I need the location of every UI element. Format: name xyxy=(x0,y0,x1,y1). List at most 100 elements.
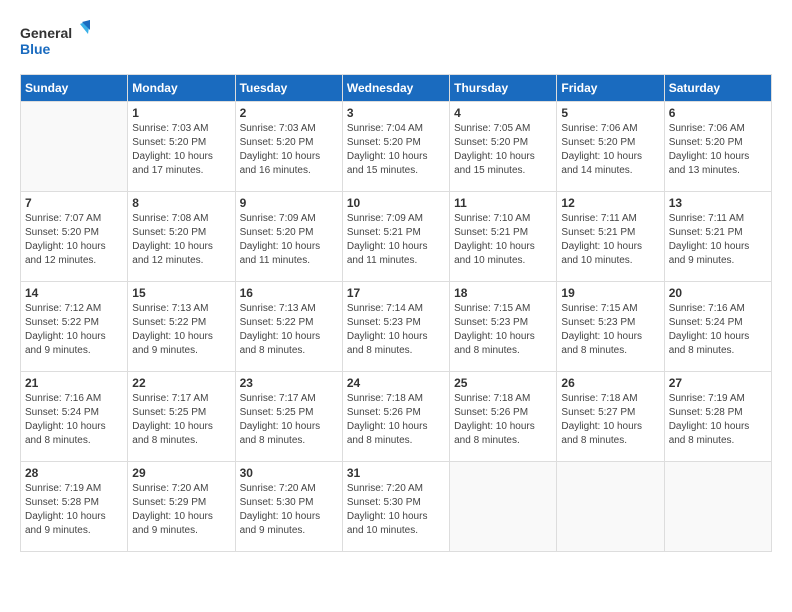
calendar-cell: 2Sunrise: 7:03 AM Sunset: 5:20 PM Daylig… xyxy=(235,102,342,192)
cell-info: Sunrise: 7:15 AM Sunset: 5:23 PM Dayligh… xyxy=(454,302,552,358)
day-number: 25 xyxy=(454,376,552,390)
cell-info: Sunrise: 7:18 AM Sunset: 5:27 PM Dayligh… xyxy=(561,392,659,448)
calendar-cell xyxy=(664,462,771,552)
calendar-header-monday: Monday xyxy=(128,75,235,102)
calendar-cell xyxy=(557,462,664,552)
calendar-cell: 22 Sunrise: 7:17 AM Sunset: 5:25 PM Dayli… xyxy=(128,372,235,462)
calendar-cell: 26Sunrise: 7:18 AM Sunset: 5:27 PM Dayli… xyxy=(557,372,664,462)
calendar-cell: 24Sunrise: 7:18 AM Sunset: 5:26 PM Dayli… xyxy=(342,372,449,462)
day-number: 23 xyxy=(240,376,338,390)
cell-info: Sunrise: 7:11 AM Sunset: 5:21 PM Dayligh… xyxy=(561,212,659,268)
calendar-cell: 29 Sunrise: 7:20 AM Sunset: 5:29 PM Dayli… xyxy=(128,462,235,552)
day-number: 12 xyxy=(561,196,659,210)
day-number: 7 xyxy=(25,196,123,210)
day-number: 9 xyxy=(240,196,338,210)
cell-info: Sunrise: 7:08 AM Sunset: 5:20 PM Dayligh… xyxy=(132,212,230,268)
calendar-cell: 3 Sunrise: 7:04 AM Sunset: 5:20 PM Daylig… xyxy=(342,102,449,192)
day-number: 30 xyxy=(240,466,338,480)
cell-info: Sunrise: 7:04 AM Sunset: 5:20 PM Dayligh… xyxy=(347,122,445,178)
day-number: 11 xyxy=(454,196,552,210)
calendar-header-saturday: Saturday xyxy=(664,75,771,102)
cell-info: Sunrise: 7:12 AM Sunset: 5:22 PM Dayligh… xyxy=(25,302,123,358)
calendar-cell: 8 Sunrise: 7:08 AM Sunset: 5:20 PM Daylig… xyxy=(128,192,235,282)
cell-info: Sunrise: 7:20 AM Sunset: 5:30 PM Dayligh… xyxy=(240,482,338,538)
calendar-cell: 18 Sunrise: 7:15 AM Sunset: 5:23 PM Dayli… xyxy=(450,282,557,372)
calendar-cell: 12 Sunrise: 7:11 AM Sunset: 5:21 PM Dayli… xyxy=(557,192,664,282)
calendar-cell: 11 Sunrise: 7:10 AM Sunset: 5:21 PM Dayli… xyxy=(450,192,557,282)
calendar-cell: 28 Sunrise: 7:19 AM Sunset: 5:28 PM Dayli… xyxy=(21,462,128,552)
calendar-cell xyxy=(450,462,557,552)
cell-info: Sunrise: 7:07 AM Sunset: 5:20 PM Dayligh… xyxy=(25,212,123,268)
cell-info: Sunrise: 7:19 AM Sunset: 5:28 PM Dayligh… xyxy=(25,482,123,538)
calendar-cell: 9 Sunrise: 7:09 AM Sunset: 5:20 PM Daylig… xyxy=(235,192,342,282)
calendar-cell: 4 Sunrise: 7:05 AM Sunset: 5:20 PM Daylig… xyxy=(450,102,557,192)
calendar-cell xyxy=(21,102,128,192)
calendar-cell: 31 Sunrise: 7:20 AM Sunset: 5:30 PM Dayli… xyxy=(342,462,449,552)
calendar-cell: 25 Sunrise: 7:18 AM Sunset: 5:26 PM Dayli… xyxy=(450,372,557,462)
cell-info: Sunrise: 7:09 AM Sunset: 5:20 PM Dayligh… xyxy=(240,212,338,268)
day-number: 24 xyxy=(347,376,445,390)
calendar-table: SundayMondayTuesdayWednesdayThursdayFrid… xyxy=(20,74,772,552)
calendar-cell: 6 Sunrise: 7:06 AM Sunset: 5:20 PM Daylig… xyxy=(664,102,771,192)
cell-info: Sunrise: 7:03 AM Sunset: 5:20 PM Dayligh… xyxy=(132,122,230,178)
day-number: 1 xyxy=(132,106,230,120)
cell-info: Sunrise: 7:03 AM Sunset: 5:20 PM Dayligh… xyxy=(240,122,338,178)
cell-info: Sunrise: 7:20 AM Sunset: 5:30 PM Dayligh… xyxy=(347,482,445,538)
cell-info: Sunrise: 7:19 AM Sunset: 5:28 PM Dayligh… xyxy=(669,392,767,448)
calendar-cell: 19 Sunrise: 7:15 AM Sunset: 5:23 PM Dayli… xyxy=(557,282,664,372)
day-number: 14 xyxy=(25,286,123,300)
calendar-cell: 23 Sunrise: 7:17 AM Sunset: 5:25 PM Dayli… xyxy=(235,372,342,462)
svg-text:Blue: Blue xyxy=(20,41,51,57)
cell-info: Sunrise: 7:11 AM Sunset: 5:21 PM Dayligh… xyxy=(669,212,767,268)
cell-info: Sunrise: 7:13 AM Sunset: 5:22 PM Dayligh… xyxy=(240,302,338,358)
page-header: General Blue xyxy=(20,20,772,64)
cell-info: Sunrise: 7:14 AM Sunset: 5:23 PM Dayligh… xyxy=(347,302,445,358)
cell-info: Sunrise: 7:10 AM Sunset: 5:21 PM Dayligh… xyxy=(454,212,552,268)
cell-info: Sunrise: 7:16 AM Sunset: 5:24 PM Dayligh… xyxy=(669,302,767,358)
cell-info: Sunrise: 7:17 AM Sunset: 5:25 PM Dayligh… xyxy=(132,392,230,448)
cell-info: Sunrise: 7:20 AM Sunset: 5:29 PM Dayligh… xyxy=(132,482,230,538)
day-number: 27 xyxy=(669,376,767,390)
day-number: 16 xyxy=(240,286,338,300)
svg-text:General: General xyxy=(20,25,72,41)
calendar-cell: 10 Sunrise: 7:09 AM Sunset: 5:21 PM Dayli… xyxy=(342,192,449,282)
cell-info: Sunrise: 7:06 AM Sunset: 5:20 PM Dayligh… xyxy=(669,122,767,178)
logo-svg: General Blue xyxy=(20,20,90,64)
day-number: 3 xyxy=(347,106,445,120)
logo: General Blue xyxy=(20,20,90,64)
day-number: 6 xyxy=(669,106,767,120)
calendar-header-sunday: Sunday xyxy=(21,75,128,102)
cell-info: Sunrise: 7:15 AM Sunset: 5:23 PM Dayligh… xyxy=(561,302,659,358)
calendar-header-wednesday: Wednesday xyxy=(342,75,449,102)
cell-info: Sunrise: 7:17 AM Sunset: 5:25 PM Dayligh… xyxy=(240,392,338,448)
day-number: 22 xyxy=(132,376,230,390)
day-number: 19 xyxy=(561,286,659,300)
cell-info: Sunrise: 7:05 AM Sunset: 5:20 PM Dayligh… xyxy=(454,122,552,178)
day-number: 31 xyxy=(347,466,445,480)
calendar-cell: 16 Sunrise: 7:13 AM Sunset: 5:22 PM Dayli… xyxy=(235,282,342,372)
day-number: 21 xyxy=(25,376,123,390)
day-number: 4 xyxy=(454,106,552,120)
day-number: 8 xyxy=(132,196,230,210)
day-number: 29 xyxy=(132,466,230,480)
cell-info: Sunrise: 7:16 AM Sunset: 5:24 PM Dayligh… xyxy=(25,392,123,448)
cell-info: Sunrise: 7:13 AM Sunset: 5:22 PM Dayligh… xyxy=(132,302,230,358)
day-number: 17 xyxy=(347,286,445,300)
calendar-cell: 13 Sunrise: 7:11 AM Sunset: 5:21 PM Dayli… xyxy=(664,192,771,282)
cell-info: Sunrise: 7:06 AM Sunset: 5:20 PM Dayligh… xyxy=(561,122,659,178)
cell-info: Sunrise: 7:18 AM Sunset: 5:26 PM Dayligh… xyxy=(454,392,552,448)
calendar-cell: 7 Sunrise: 7:07 AM Sunset: 5:20 PM Daylig… xyxy=(21,192,128,282)
calendar-cell: 17 Sunrise: 7:14 AM Sunset: 5:23 PM Dayli… xyxy=(342,282,449,372)
calendar-cell: 5Sunrise: 7:06 AM Sunset: 5:20 PM Daylig… xyxy=(557,102,664,192)
calendar-cell: 15Sunrise: 7:13 AM Sunset: 5:22 PM Dayli… xyxy=(128,282,235,372)
calendar-header-tuesday: Tuesday xyxy=(235,75,342,102)
day-number: 18 xyxy=(454,286,552,300)
calendar-cell: 21 Sunrise: 7:16 AM Sunset: 5:24 PM Dayli… xyxy=(21,372,128,462)
day-number: 10 xyxy=(347,196,445,210)
calendar-header-thursday: Thursday xyxy=(450,75,557,102)
cell-info: Sunrise: 7:09 AM Sunset: 5:21 PM Dayligh… xyxy=(347,212,445,268)
calendar-header-friday: Friday xyxy=(557,75,664,102)
day-number: 13 xyxy=(669,196,767,210)
calendar-cell: 27 Sunrise: 7:19 AM Sunset: 5:28 PM Dayli… xyxy=(664,372,771,462)
day-number: 28 xyxy=(25,466,123,480)
